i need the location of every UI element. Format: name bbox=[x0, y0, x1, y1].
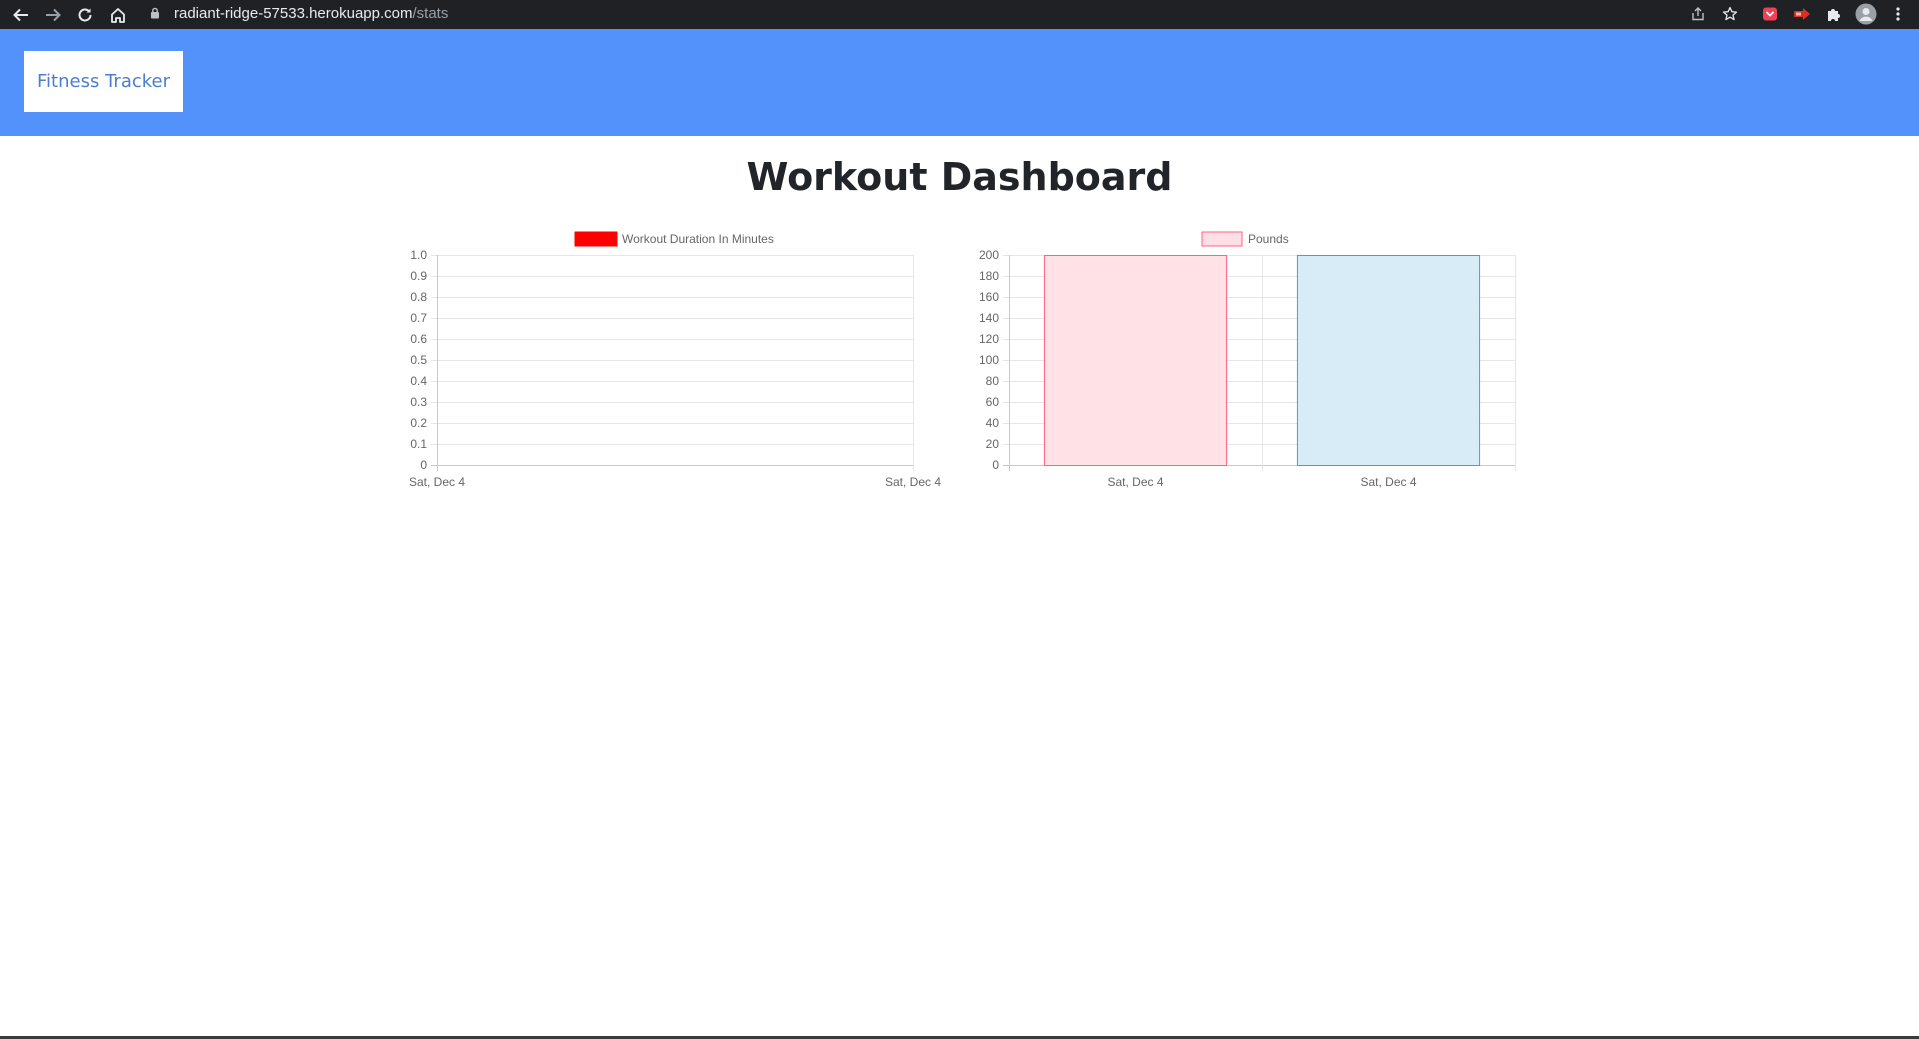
lock-icon[interactable] bbox=[150, 7, 160, 19]
chart-grid bbox=[431, 255, 914, 471]
back-arrow-icon[interactable] bbox=[9, 3, 33, 27]
y-tick-label: 0.8 bbox=[410, 290, 427, 304]
forward-arrow-icon[interactable] bbox=[41, 3, 65, 27]
y-tick-label: 160 bbox=[979, 290, 999, 304]
url-path: /stats bbox=[412, 4, 449, 22]
x-axis-ticks: Sat, Dec 4 Sat, Dec 4 bbox=[409, 475, 941, 489]
y-tick-label: 20 bbox=[986, 437, 1000, 451]
legend-swatch bbox=[1201, 231, 1243, 247]
chart-legend[interactable]: Pounds bbox=[1201, 231, 1289, 247]
legend-label: Pounds bbox=[1248, 232, 1289, 246]
y-tick-label: 180 bbox=[979, 269, 999, 283]
y-tick-label: 0.4 bbox=[410, 374, 427, 388]
address-bar[interactable]: radiant-ridge-57533.herokuapp.com/stats bbox=[150, 1, 448, 25]
bar[interactable] bbox=[1043, 255, 1228, 466]
y-tick-label: 100 bbox=[979, 353, 999, 367]
y-tick-label: 0.7 bbox=[410, 311, 427, 325]
y-tick-label: 0 bbox=[992, 458, 999, 472]
y-tick-label: 0.3 bbox=[410, 395, 427, 409]
legend-label: Workout Duration In Minutes bbox=[622, 232, 774, 246]
y-tick-label: 0 bbox=[420, 458, 427, 472]
y-tick-label: 60 bbox=[986, 395, 1000, 409]
pocket-icon[interactable] bbox=[1758, 2, 1782, 26]
extension-arrow-icon[interactable] bbox=[1790, 2, 1814, 26]
pounds-chart: Pounds 200180160140120100806040200 Sat, … bbox=[979, 231, 1516, 489]
legend-swatch bbox=[574, 231, 618, 247]
x-axis-ticks: Sat, Dec 4 Sat, Dec 4 bbox=[1107, 475, 1416, 489]
y-tick-label: 140 bbox=[979, 311, 999, 325]
y-tick-label: 0.2 bbox=[410, 416, 427, 430]
page-title: Workout Dashboard bbox=[746, 155, 1173, 199]
x-tick-label: Sat, Dec 4 bbox=[1107, 475, 1163, 489]
x-tick-label: Sat, Dec 4 bbox=[409, 475, 465, 489]
chart-legend[interactable]: Workout Duration In Minutes bbox=[574, 231, 774, 247]
y-axis-ticks: 1.0 0.9 0.8 0.7 0.6 0.5 0.4 0.3 0.2 0.1 0 bbox=[410, 248, 427, 472]
y-tick-label: 0.1 bbox=[410, 437, 427, 451]
browser-toolbar: radiant-ridge-57533.herokuapp.com/stats bbox=[0, 0, 1919, 29]
y-tick-label: 1.0 bbox=[410, 248, 427, 262]
y-tick-label: 0.5 bbox=[410, 353, 427, 367]
duration-chart: Workout Duration In Minutes 1.0 0.9 0.8 0.7… bbox=[409, 231, 941, 489]
star-icon[interactable] bbox=[1718, 2, 1742, 26]
profile-avatar-icon[interactable] bbox=[1854, 2, 1878, 26]
x-tick-label: Sat, Dec 4 bbox=[1360, 475, 1416, 489]
y-tick-label: 200 bbox=[979, 248, 999, 262]
brand-link[interactable]: Fitness Tracker bbox=[24, 51, 183, 112]
y-tick-label: 120 bbox=[979, 332, 999, 346]
y-tick-label: 0.6 bbox=[410, 332, 427, 346]
url-host: radiant-ridge-57533.herokuapp.com bbox=[174, 4, 413, 22]
y-tick-label: 80 bbox=[986, 374, 1000, 388]
kebab-menu-icon[interactable] bbox=[1886, 2, 1910, 26]
share-icon[interactable] bbox=[1686, 2, 1710, 26]
navbar: Fitness Tracker bbox=[0, 29, 1919, 136]
y-tick-label: 40 bbox=[986, 416, 1000, 430]
y-axis-ticks: 200180160140120100806040200 bbox=[979, 248, 999, 472]
x-tick-label: Sat, Dec 4 bbox=[885, 475, 941, 489]
puzzle-icon[interactable] bbox=[1822, 2, 1846, 26]
bar[interactable] bbox=[1296, 255, 1481, 466]
reload-icon[interactable] bbox=[73, 3, 97, 27]
home-icon[interactable] bbox=[106, 3, 130, 27]
y-tick-label: 0.9 bbox=[410, 269, 427, 283]
